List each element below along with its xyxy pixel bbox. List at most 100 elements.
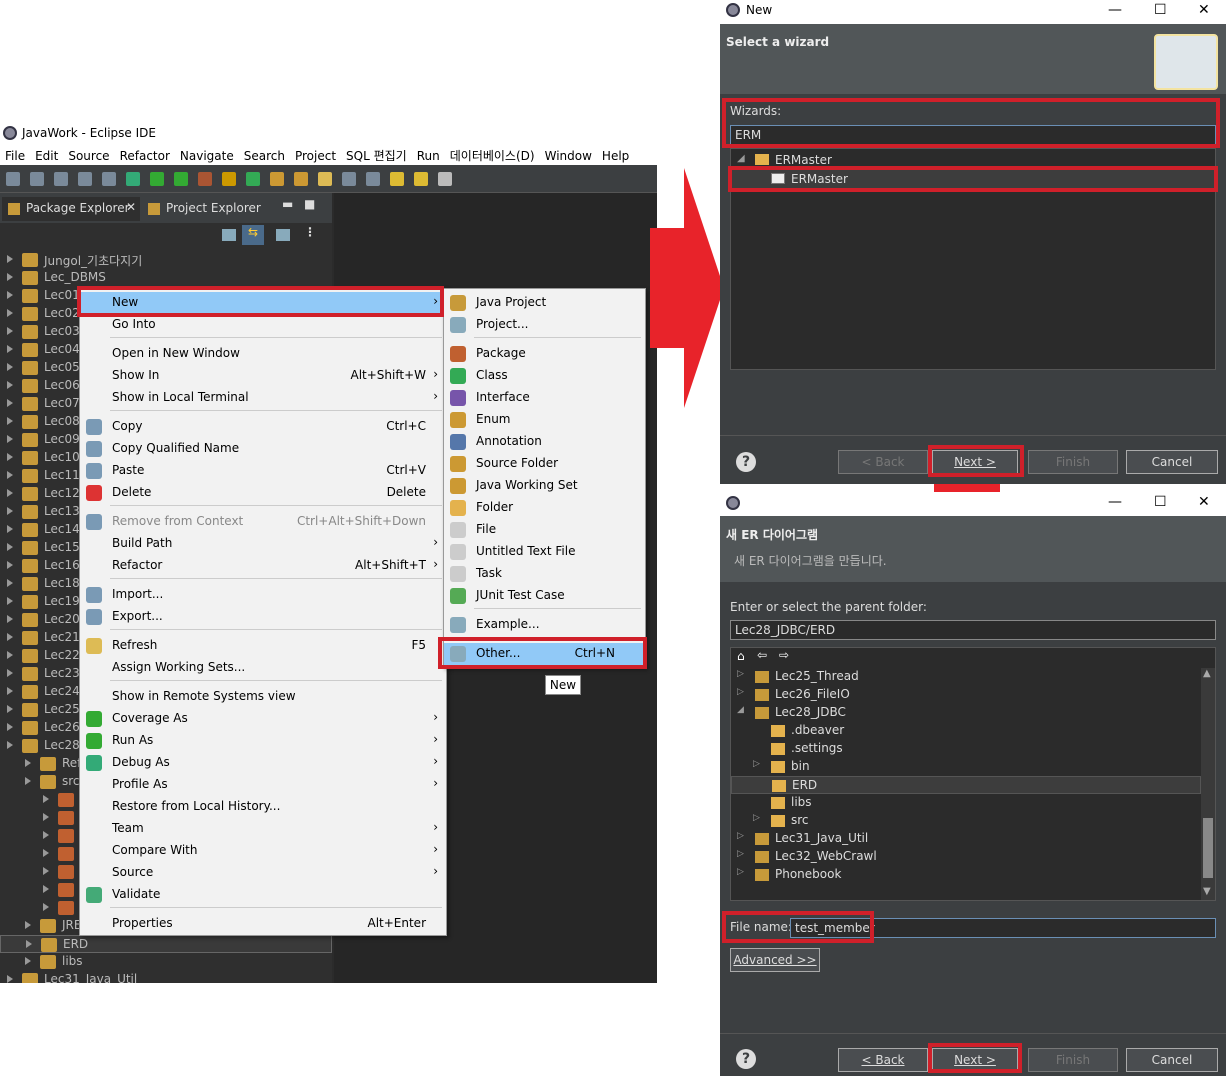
expand-arrow-icon[interactable] bbox=[7, 615, 13, 623]
wizard-filter-input[interactable]: ERM bbox=[730, 125, 1216, 145]
tree-row[interactable]: Lec_DBMS bbox=[0, 269, 332, 287]
skip-breakpoints-icon[interactable] bbox=[102, 172, 116, 186]
expand-arrow-icon[interactable] bbox=[43, 813, 49, 821]
expand-arrow-icon[interactable] bbox=[7, 255, 13, 263]
tree-row[interactable]: .settings bbox=[731, 740, 1201, 758]
open-task-icon[interactable] bbox=[294, 172, 308, 186]
tree-row[interactable]: ▷ Lec32_WebCrawl bbox=[731, 848, 1201, 866]
tree-row[interactable]: Jungol_기초다지기 bbox=[0, 251, 332, 269]
menu-item-refresh[interactable]: Refresh F5 bbox=[80, 635, 446, 657]
expand-arrow-icon[interactable] bbox=[7, 327, 13, 335]
help-icon[interactable]: ? bbox=[736, 452, 756, 472]
open-type-icon[interactable] bbox=[270, 172, 284, 186]
tree-row[interactable]: libs bbox=[731, 794, 1201, 812]
menu-item-export[interactable]: Export... bbox=[80, 606, 446, 628]
annotation-icon[interactable] bbox=[342, 172, 356, 186]
menu-source[interactable]: Source bbox=[63, 147, 114, 165]
menu-item-team[interactable]: Team › bbox=[80, 818, 446, 840]
expand-arrow-icon[interactable] bbox=[7, 453, 13, 461]
new-icon[interactable] bbox=[6, 172, 20, 186]
new-class-icon[interactable] bbox=[246, 172, 260, 186]
menu-item-validate[interactable]: Validate bbox=[80, 884, 446, 906]
menu-search[interactable]: Search bbox=[239, 147, 290, 165]
menu-item-paste[interactable]: Paste Ctrl+V bbox=[80, 460, 446, 482]
new-java-package-icon[interactable] bbox=[222, 172, 236, 186]
expand-arrow-icon[interactable] bbox=[7, 363, 13, 371]
tree-row[interactable]: ▷ Lec25_Thread bbox=[731, 668, 1201, 686]
expand-arrow-icon[interactable] bbox=[7, 399, 13, 407]
submenu-item-annotation[interactable]: Annotation bbox=[444, 431, 645, 453]
close-icon[interactable]: ✕ bbox=[1198, 494, 1210, 510]
expand-arrow-icon[interactable] bbox=[43, 885, 49, 893]
submenu-item-enum[interactable]: Enum bbox=[444, 409, 645, 431]
finish-button[interactable]: Finish bbox=[1028, 450, 1118, 474]
expand-arrow-icon[interactable]: ▷ bbox=[753, 759, 760, 769]
expand-arrow-icon[interactable] bbox=[43, 903, 49, 911]
forward-icon[interactable] bbox=[438, 172, 452, 186]
menu-item-remove-from-context[interactable]: Remove from Context Ctrl+Alt+Shift+Down bbox=[80, 511, 446, 533]
submenu-item-java-project[interactable]: Java Project bbox=[444, 292, 645, 314]
submenu-item-interface[interactable]: Interface bbox=[444, 387, 645, 409]
menu-help[interactable]: Help bbox=[597, 147, 634, 165]
expand-arrow-icon[interactable]: ▷ bbox=[737, 687, 744, 697]
tree-row[interactable]: libs bbox=[0, 953, 332, 971]
tree-row[interactable]: ▷ bin bbox=[731, 758, 1201, 776]
collapse-all-icon[interactable] bbox=[222, 229, 236, 241]
submenu-item-package[interactable]: Package bbox=[444, 343, 645, 365]
menu-run[interactable]: Run bbox=[412, 147, 445, 165]
menu-item-show-in[interactable]: Show In Alt+Shift+W › bbox=[80, 365, 446, 387]
finish-button[interactable]: Finish bbox=[1028, 1048, 1118, 1072]
expand-arrow-icon[interactable] bbox=[7, 723, 13, 731]
expand-arrow-icon[interactable] bbox=[7, 435, 13, 443]
tree-row[interactable]: ERD bbox=[0, 935, 332, 953]
tab-package-explorer[interactable]: Package Explorer ✕ bbox=[2, 197, 140, 221]
menu-item-show-in-remote-systems-view[interactable]: Show in Remote Systems view bbox=[80, 686, 446, 708]
tree-row[interactable]: ◢ Lec28_JDBC bbox=[731, 704, 1201, 722]
submenu-item-java-working-set[interactable]: Java Working Set bbox=[444, 475, 645, 497]
expand-arrow-icon[interactable] bbox=[25, 777, 31, 785]
menu-navigate[interactable]: Navigate bbox=[175, 147, 239, 165]
expand-arrow-icon[interactable]: ◢ bbox=[737, 153, 745, 164]
tree-row[interactable]: ▷ src bbox=[731, 812, 1201, 830]
menu-file[interactable]: File bbox=[0, 147, 30, 165]
help-icon[interactable]: ? bbox=[736, 1049, 756, 1069]
menu-item-import[interactable]: Import... bbox=[80, 584, 446, 606]
next-button[interactable]: Next > bbox=[932, 450, 1018, 474]
view-menu-icon[interactable]: ⋮ bbox=[304, 225, 316, 239]
expand-arrow-icon[interactable]: ▷ bbox=[737, 669, 744, 679]
back-history-icon[interactable] bbox=[390, 172, 404, 186]
expand-arrow-icon[interactable] bbox=[43, 867, 49, 875]
menu-item-source[interactable]: Source › bbox=[80, 862, 446, 884]
close-icon[interactable]: ✕ bbox=[1198, 2, 1210, 18]
expand-arrow-icon[interactable] bbox=[7, 507, 13, 515]
expand-arrow-icon[interactable] bbox=[7, 741, 13, 749]
tree-row[interactable]: ERD bbox=[731, 776, 1201, 794]
expand-arrow-icon[interactable] bbox=[7, 975, 13, 983]
cancel-button[interactable]: Cancel bbox=[1126, 450, 1218, 474]
expand-arrow-icon[interactable]: ▷ bbox=[753, 813, 760, 823]
menu-item-compare-with[interactable]: Compare With › bbox=[80, 840, 446, 862]
scroll-down-icon[interactable]: ▼ bbox=[1203, 886, 1211, 897]
minimize-icon[interactable]: — bbox=[1108, 494, 1122, 510]
submenu-item-other[interactable]: Other... Ctrl+N bbox=[444, 643, 645, 665]
back-button[interactable]: < Back bbox=[838, 1048, 928, 1072]
menu-item-new[interactable]: New › bbox=[80, 292, 446, 314]
expand-arrow-icon[interactable] bbox=[7, 381, 13, 389]
expand-arrow-icon[interactable]: ▷ bbox=[737, 849, 744, 859]
menu-database[interactable]: 데이터베이스(D) bbox=[445, 145, 540, 166]
tree-row-ermaster-wizard[interactable]: ERMaster bbox=[731, 169, 1215, 189]
menu-item-copy-qualified-name[interactable]: Copy Qualified Name bbox=[80, 438, 446, 460]
menu-refactor[interactable]: Refactor bbox=[115, 147, 175, 165]
pin-icon[interactable] bbox=[366, 172, 380, 186]
menu-item-delete[interactable]: Delete Delete bbox=[80, 482, 446, 504]
menu-edit[interactable]: Edit bbox=[30, 147, 63, 165]
expand-arrow-icon[interactable] bbox=[7, 633, 13, 641]
expand-arrow-icon[interactable] bbox=[7, 543, 13, 551]
run-icon[interactable] bbox=[150, 172, 164, 186]
maximize-view-icon[interactable]: ■ bbox=[304, 197, 315, 211]
next-button[interactable]: Next > bbox=[932, 1048, 1018, 1072]
submenu-item-folder[interactable]: Folder bbox=[444, 497, 645, 519]
maximize-icon[interactable]: ☐ bbox=[1154, 2, 1167, 18]
expand-arrow-icon[interactable] bbox=[25, 921, 31, 929]
menu-sql-editor[interactable]: SQL 편집기 bbox=[341, 145, 412, 166]
